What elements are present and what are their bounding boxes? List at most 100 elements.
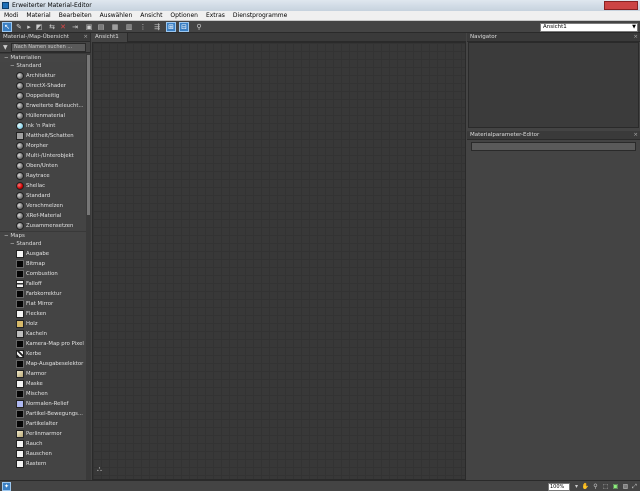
- title-bar: Erweiterter Material-Editor: [0, 0, 640, 11]
- list-item[interactable]: Architektur: [0, 71, 86, 81]
- list-item[interactable]: Falloff: [0, 279, 86, 289]
- pan-icon[interactable]: ✋: [581, 482, 590, 491]
- list-item[interactable]: Hüllenmaterial: [0, 111, 86, 121]
- list-item[interactable]: DirectX-Shader: [0, 81, 86, 91]
- list-item[interactable]: Ausgabe: [0, 249, 86, 259]
- move-children-icon[interactable]: ⇥: [70, 22, 80, 32]
- layout-vertical-icon[interactable]: ⋮: [138, 22, 148, 32]
- close-icon[interactable]: ×: [633, 131, 638, 139]
- menu-item-3[interactable]: Auswählen: [96, 11, 137, 20]
- show-map-icon[interactable]: ▦: [110, 22, 120, 32]
- swatch-icon: [16, 122, 24, 130]
- menu-item-2[interactable]: Bearbeiten: [55, 11, 96, 20]
- material-name-field[interactable]: [471, 142, 636, 151]
- list-item[interactable]: Flecken: [0, 309, 86, 319]
- list-item[interactable]: Ink 'n Paint: [0, 121, 86, 131]
- assign-material-icon[interactable]: ◩: [34, 22, 44, 32]
- copy-icon[interactable]: ▣: [84, 22, 94, 32]
- zoom-extents-icon[interactable]: ▣: [611, 482, 620, 491]
- search-icon[interactable]: ⚲: [194, 22, 204, 32]
- zoom-icon[interactable]: ⚲: [591, 482, 600, 491]
- item-label: Zusammensetzen: [26, 223, 74, 229]
- menu-item-6[interactable]: Extras: [202, 11, 229, 20]
- toggle-parameter-icon[interactable]: ⊞: [166, 22, 176, 32]
- list-item[interactable]: Shellac: [0, 181, 86, 191]
- list-item[interactable]: Map-Ausgabeselektor: [0, 359, 86, 369]
- menu-item-5[interactable]: Optionen: [166, 11, 202, 20]
- list-item[interactable]: Flat Mirror: [0, 299, 86, 309]
- param-editor-panel: Materialparameter-Editor ×: [467, 131, 640, 480]
- search-input[interactable]: Nach Namen suchen ...: [11, 43, 86, 52]
- toggle-navigator-icon[interactable]: ⊟: [179, 22, 189, 32]
- list-item[interactable]: Verschmelzen: [0, 201, 86, 211]
- list-item[interactable]: Partikelalter: [0, 419, 86, 429]
- layout-children-icon[interactable]: ⇶: [152, 22, 162, 32]
- tab-view1[interactable]: Ansicht1: [92, 33, 128, 42]
- list-item[interactable]: Mischen: [0, 389, 86, 399]
- list-item[interactable]: Kacheln: [0, 329, 86, 339]
- zoom-region-icon[interactable]: ⬚: [601, 482, 610, 491]
- item-label: Maske: [26, 381, 43, 387]
- delete-icon[interactable]: ✕: [58, 22, 68, 32]
- zoom-selected-icon[interactable]: ▨: [621, 482, 630, 491]
- menu-item-4[interactable]: Ansicht: [136, 11, 166, 20]
- list-item[interactable]: Doppelseitig: [0, 91, 86, 101]
- list-item[interactable]: Rauch: [0, 439, 86, 449]
- reset-icon[interactable]: ⇆: [47, 22, 57, 32]
- item-label: Map-Ausgabeselektor: [26, 361, 84, 367]
- swatch-icon: [16, 410, 24, 418]
- close-icon[interactable]: ×: [83, 33, 88, 41]
- list-item[interactable]: Marmor: [0, 369, 86, 379]
- list-item[interactable]: Multi-/Unterobjekt: [0, 151, 86, 161]
- pick-material-icon[interactable]: ✎: [14, 22, 24, 32]
- list-item[interactable]: Kamera-Map pro Pixel: [0, 339, 86, 349]
- zoom-field[interactable]: 100%: [548, 483, 570, 491]
- group-maps[interactable]: − Maps: [0, 231, 86, 240]
- list-item[interactable]: Kerbe: [0, 349, 86, 359]
- browser-list[interactable]: − Materialien − Standard Architektur Dire…: [0, 53, 86, 480]
- filter-icon[interactable]: ▼: [3, 44, 8, 51]
- list-item[interactable]: Zusammensetzen: [0, 221, 86, 231]
- list-item[interactable]: Erweiterte Beleucht...: [0, 101, 86, 111]
- maxscript-icon[interactable]: ✦: [2, 482, 11, 491]
- menu-item-1[interactable]: Material: [22, 11, 54, 20]
- browser-scrollbar[interactable]: [86, 53, 91, 480]
- close-icon[interactable]: ×: [633, 33, 638, 41]
- subgroup-maps-standard[interactable]: − Standard: [0, 240, 86, 249]
- list-item[interactable]: Combustion: [0, 269, 86, 279]
- list-item[interactable]: Farbkorrektur: [0, 289, 86, 299]
- list-item[interactable]: XRef-Material: [0, 211, 86, 221]
- window-controls[interactable]: [604, 1, 638, 10]
- list-item[interactable]: Morpher: [0, 141, 86, 151]
- paste-icon[interactable]: ▤: [96, 22, 106, 32]
- list-item[interactable]: Bitmap: [0, 259, 86, 269]
- navigate-icon[interactable]: ⛬: [97, 465, 102, 474]
- list-item[interactable]: Raytrace: [0, 171, 86, 181]
- maximize-icon[interactable]: ⤢: [630, 482, 639, 491]
- list-item[interactable]: Rauschen: [0, 449, 86, 459]
- navigator-view[interactable]: [468, 42, 639, 128]
- list-item[interactable]: Rastern: [0, 459, 86, 469]
- list-item[interactable]: Perlinmarmor: [0, 429, 86, 439]
- item-label: Bitmap: [26, 261, 45, 267]
- select-tool-icon[interactable]: ↖: [2, 22, 12, 32]
- menu-item-0[interactable]: Modi: [0, 11, 22, 20]
- list-item[interactable]: Standard: [0, 191, 86, 201]
- node-view-canvas[interactable]: ⛬: [92, 42, 466, 480]
- chevron-down-icon[interactable]: ▾: [572, 482, 581, 491]
- view-select[interactable]: Ansicht1 ▼: [540, 23, 638, 32]
- list-item[interactable]: Oben/Unten: [0, 161, 86, 171]
- list-item[interactable]: Holz: [0, 319, 86, 329]
- item-label: Mattheit/Schatten: [26, 133, 74, 139]
- list-item[interactable]: Mattheit/Schatten: [0, 131, 86, 141]
- put-material-icon[interactable]: ▸: [24, 22, 34, 32]
- menu-item-7[interactable]: Dienstprogramme: [229, 11, 291, 20]
- group-materials[interactable]: − Materialien: [0, 53, 86, 62]
- scrollbar-thumb[interactable]: [87, 55, 90, 215]
- list-item[interactable]: Normalen-Relief: [0, 399, 86, 409]
- list-item[interactable]: Maske: [0, 379, 86, 389]
- list-item[interactable]: Partikel-Bewegungs...: [0, 409, 86, 419]
- layout-icon[interactable]: ▥: [124, 22, 134, 32]
- subgroup-materials-standard[interactable]: − Standard: [0, 62, 86, 71]
- swatch-icon: [16, 212, 24, 220]
